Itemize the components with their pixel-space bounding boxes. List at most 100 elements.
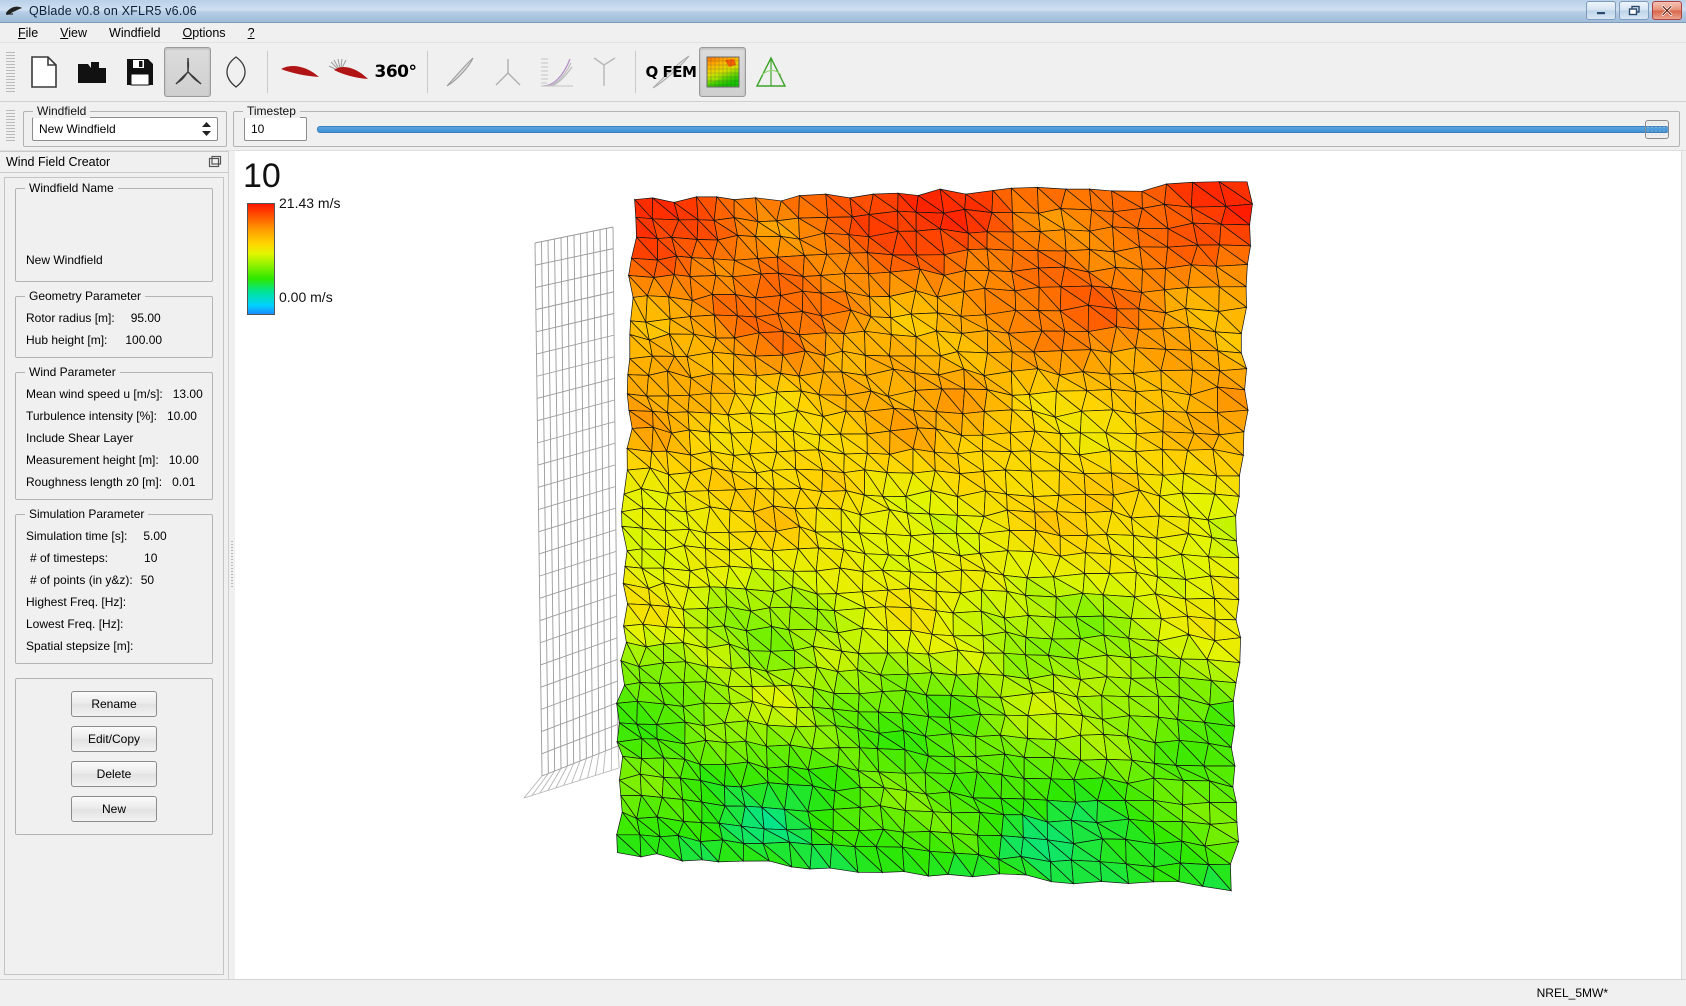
menu-options[interactable]: Options xyxy=(172,24,235,42)
windfield-creator-button[interactable] xyxy=(699,47,746,97)
toolbar-separator-2 xyxy=(427,51,428,93)
main-toolbar: 360° xyxy=(0,43,1686,102)
hub-height-label: Hub height [m]: xyxy=(26,333,107,347)
new-project-button[interactable] xyxy=(20,47,67,97)
windfield-select-value: New Windfield xyxy=(39,122,197,136)
number-of-timesteps-value: 10 xyxy=(144,551,157,565)
three-blade-rotor-icon xyxy=(171,55,205,89)
menu-view[interactable]: View xyxy=(50,24,97,42)
open-project-button[interactable] xyxy=(68,47,115,97)
maximize-button[interactable] xyxy=(1619,1,1649,20)
timestep-slider[interactable] xyxy=(317,118,1669,140)
simulation-caption: Simulation Parameter xyxy=(25,507,148,521)
right-rail xyxy=(1681,151,1686,979)
timestep-slider-handle[interactable] xyxy=(1645,120,1669,139)
row-include-shear-layer: Include Shear Layer xyxy=(26,431,202,445)
windfield-thumbnail-icon xyxy=(705,55,741,89)
lowest-freq-label: Lowest Freq. [Hz]: xyxy=(26,617,123,631)
editcopy-button[interactable]: Edit/Copy xyxy=(71,726,157,752)
timestep-input[interactable]: 10 xyxy=(244,117,307,141)
row-spatial-stepsize: Spatial stepsize [m]: xyxy=(26,639,202,653)
menu-windfield[interactable]: Windfield xyxy=(99,24,170,42)
geometry-caption: Geometry Parameter xyxy=(25,289,145,303)
multi-parameter-simulation-button[interactable] xyxy=(532,47,579,97)
rotor-radius-value: 95.00 xyxy=(131,311,161,325)
measurement-height-value: 10.00 xyxy=(169,453,199,467)
timestep-group: Timestep 10 xyxy=(233,111,1680,147)
360-degree-label: 360° xyxy=(375,62,417,82)
menu-help[interactable]: ? xyxy=(238,24,265,42)
toolbar-separator-1 xyxy=(267,51,268,93)
number-of-timesteps-label: # of timesteps: xyxy=(30,551,108,565)
window-title: QBlade v0.8 on XFLR5 v6.06 xyxy=(29,4,197,18)
title-bar: QBlade v0.8 on XFLR5 v6.06 xyxy=(0,0,1686,23)
row-lowest-freq: Lowest Freq. [Hz]: xyxy=(26,617,202,631)
delete-button[interactable]: Delete xyxy=(71,761,157,787)
mean-wind-speed-label: Mean wind speed u [m/s]: xyxy=(26,387,163,401)
main-body: Wind Field Creator Windfield Name New Wi… xyxy=(0,151,1686,979)
status-bar-text: NREL_5MW* xyxy=(1537,986,1608,1000)
include-shear-layer-label: Include Shear Layer xyxy=(26,431,133,445)
mean-wind-speed-value: 13.00 xyxy=(173,387,203,401)
windfield-3d-scene xyxy=(235,151,1686,979)
aeroelastic-simulation-button[interactable] xyxy=(747,47,794,97)
floppy-save-icon xyxy=(126,58,154,86)
windfield-select[interactable]: New Windfield xyxy=(32,117,218,141)
row-number-of-points: # of points (in y&z): 50 xyxy=(26,573,202,587)
status-bar: NREL_5MW* xyxy=(0,979,1686,1006)
turbulence-intensity-value: 10.00 xyxy=(167,409,197,423)
rotor-simulation-button[interactable] xyxy=(484,47,531,97)
row-hub-height: Hub height [m]: 100.00 xyxy=(26,333,202,347)
windfield-group-caption: Windfield xyxy=(33,104,90,118)
row-simulation-time: Simulation time [s]: 5.00 xyxy=(26,529,202,543)
float-window-icon[interactable] xyxy=(208,155,222,169)
window-controls xyxy=(1586,1,1682,20)
qfem-button[interactable]: Q FEM xyxy=(644,47,698,97)
updown-arrows-icon[interactable] xyxy=(197,119,215,139)
menu-help-label: ? xyxy=(248,26,255,40)
roughness-length-label: Roughness length z0 [m]: xyxy=(26,475,162,489)
menu-bar: File View Windfield Options ? xyxy=(0,23,1686,43)
rotor-blade-design-button[interactable] xyxy=(164,47,211,97)
save-project-button[interactable] xyxy=(116,47,163,97)
number-of-points-label: # of points (in y&z): xyxy=(30,573,133,587)
single-blade-icon xyxy=(443,55,477,89)
menu-view-rest: iew xyxy=(68,26,87,40)
dock-header: Wind Field Creator xyxy=(0,151,228,173)
windfield-group: Windfield New Windfield xyxy=(23,111,227,147)
lens-shape-icon xyxy=(221,55,251,89)
windfield-name-group: Windfield Name New Windfield xyxy=(15,188,213,282)
blade-design-simple-button[interactable] xyxy=(436,47,483,97)
close-button[interactable] xyxy=(1652,1,1682,20)
qfem-label: Q FEM xyxy=(646,63,697,81)
turbine-definition-button[interactable] xyxy=(580,47,627,97)
new-button[interactable]: New xyxy=(71,796,157,822)
simulation-parameter-group: Simulation Parameter Simulation time [s]… xyxy=(15,514,213,664)
row-rotor-radius: Rotor radius [m]: 95.00 xyxy=(26,311,202,325)
hub-height-value: 100.00 xyxy=(125,333,162,347)
rename-button[interactable]: Rename xyxy=(71,691,157,717)
qblade-airfoil-icon xyxy=(5,3,23,19)
toolbar-separator-3 xyxy=(635,51,636,93)
timestep-slider-groove xyxy=(317,126,1669,133)
param-row-grip[interactable] xyxy=(6,110,15,142)
spatial-stepsize-label: Spatial stepsize [m]: xyxy=(26,639,133,653)
menu-windfield-label: Windfield xyxy=(109,26,160,40)
simulation-time-label: Simulation time [s]: xyxy=(26,529,127,543)
airfoil-analysis-button[interactable] xyxy=(324,47,371,97)
airfoil-design-button[interactable] xyxy=(276,47,323,97)
windfield-viewport[interactable]: 10 21.43 m/s 0.00 m/s xyxy=(235,151,1686,979)
row-number-of-timesteps: # of timesteps: 10 xyxy=(26,551,202,565)
row-highest-freq: Highest Freq. [Hz]: xyxy=(26,595,202,609)
document-new-icon xyxy=(31,56,57,88)
rotor-bem-simulation-button[interactable] xyxy=(212,47,259,97)
windfield-name-value: New Windfield xyxy=(26,253,103,267)
polar-360-button[interactable]: 360° xyxy=(372,47,419,97)
toolbar-grip[interactable] xyxy=(6,52,15,92)
turbulence-intensity-label: Turbulence intensity [%]: xyxy=(26,409,157,423)
menu-file[interactable]: File xyxy=(8,24,48,42)
minimize-button[interactable] xyxy=(1586,1,1616,20)
row-mean-wind-speed: Mean wind speed u [m/s]: 13.00 xyxy=(26,387,202,401)
rotor-radius-label: Rotor radius [m]: xyxy=(26,311,115,325)
reference-grid-plane xyxy=(524,227,619,798)
